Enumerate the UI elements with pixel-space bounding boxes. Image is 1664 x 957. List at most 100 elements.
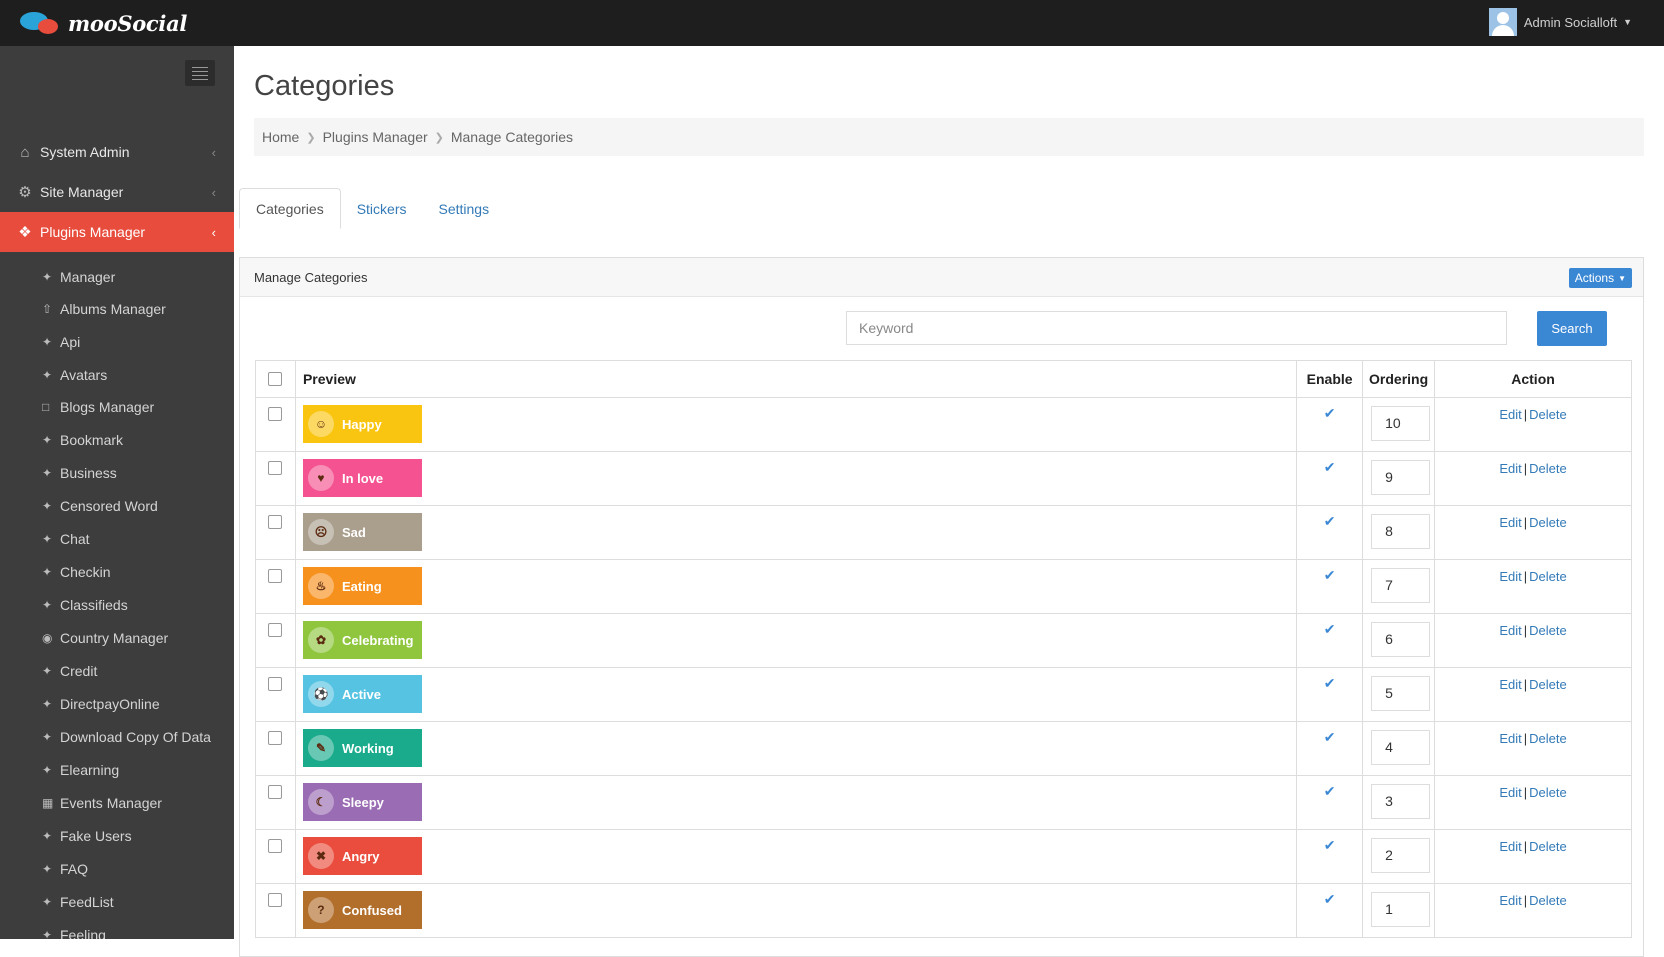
sidebar-subitem-avatars[interactable]: ✦ Avatars: [42, 364, 107, 386]
checkmark-icon[interactable]: ✔: [1297, 675, 1362, 692]
actions-dropdown-button[interactable]: Actions ▼: [1568, 268, 1632, 288]
checkmark-icon[interactable]: ✔: [1297, 783, 1362, 800]
tab-stickers[interactable]: Stickers: [341, 188, 423, 229]
row-checkbox[interactable]: [268, 731, 283, 745]
edit-link[interactable]: Edit: [1499, 785, 1521, 800]
sidebar-subitem-download-copy-of-data[interactable]: ✦ Download Copy Of Data: [42, 726, 211, 748]
row-checkbox[interactable]: [268, 407, 283, 421]
menu-toggle-icon[interactable]: [185, 60, 215, 86]
ordering-input[interactable]: 2: [1371, 838, 1431, 873]
ordering-input[interactable]: 3: [1371, 784, 1431, 819]
sidebar-item-system-admin[interactable]: ⌂ System Admin ‹: [0, 132, 234, 172]
checkmark-icon[interactable]: ✔: [1297, 459, 1362, 476]
edit-link[interactable]: Edit: [1499, 839, 1521, 854]
sidebar-subitem-fake-users[interactable]: ✦ Fake Users: [42, 825, 132, 847]
keyword-input[interactable]: Keyword: [846, 311, 1507, 345]
sidebar-subitem-label: Business: [60, 465, 117, 481]
delete-link[interactable]: Delete: [1529, 623, 1567, 638]
action-separator: |: [1523, 569, 1528, 584]
tag-icon: ✦: [42, 466, 53, 480]
sidebar-subitem-faq[interactable]: ✦ FAQ: [42, 858, 88, 880]
preview-cell: ✎ Working: [294, 721, 1298, 776]
ordering-input[interactable]: 8: [1371, 514, 1431, 549]
delete-link[interactable]: Delete: [1529, 515, 1567, 530]
brand-logo[interactable]: mooSocial: [18, 8, 187, 38]
sidebar-item-site-manager[interactable]: ⚙ Site Manager ‹: [0, 172, 234, 212]
sidebar-subitem-credit[interactable]: ✦ Credit: [42, 660, 97, 682]
sidebar-subitem-bookmark[interactable]: ✦ Bookmark: [42, 429, 123, 451]
breadcrumb-plugins-manager[interactable]: Plugins Manager: [323, 129, 428, 145]
delete-link[interactable]: Delete: [1529, 785, 1567, 800]
sidebar-subitem-censored-word[interactable]: ✦ Censored Word: [42, 495, 158, 517]
checkmark-icon[interactable]: ✔: [1297, 621, 1362, 638]
row-checkbox[interactable]: [268, 623, 283, 637]
edit-link[interactable]: Edit: [1499, 569, 1521, 584]
sidebar-subitem-feeling[interactable]: ✦ Feeling: [42, 924, 106, 939]
table-row: ✖ Angry ✔ 2 Edit | Delete: [255, 829, 1632, 884]
tab-settings[interactable]: Settings: [423, 188, 506, 229]
sidebar-subitem-directpayonline[interactable]: ✦ DirectpayOnline: [42, 693, 160, 715]
sidebar-subitem-classifieds[interactable]: ✦ Classifieds: [42, 594, 128, 616]
sidebar-subitem-country-manager[interactable]: ◉ Country Manager: [42, 627, 168, 649]
sidebar-subitem-blogs-manager[interactable]: □ Blogs Manager: [42, 396, 154, 418]
sidebar-subitem-label: Censored Word: [60, 498, 158, 514]
category-name: Sleepy: [341, 794, 384, 810]
sidebar-subitem-feedlist[interactable]: ✦ FeedList: [42, 891, 114, 913]
ordering-input[interactable]: 9: [1371, 460, 1431, 495]
checkmark-icon[interactable]: ✔: [1297, 837, 1362, 854]
sidebar-subitem-events-manager[interactable]: ▦ Events Manager: [42, 792, 162, 814]
edit-link[interactable]: Edit: [1499, 731, 1521, 746]
delete-link[interactable]: Delete: [1529, 569, 1567, 584]
category-badge: ☾ Sleepy: [302, 783, 422, 821]
checkmark-icon[interactable]: ✔: [1297, 405, 1362, 422]
tab-categories[interactable]: Categories: [239, 188, 341, 229]
sidebar-subitem-business[interactable]: ✦ Business: [42, 462, 117, 484]
sidebar-subitem-elearning[interactable]: ✦ Elearning: [42, 759, 119, 781]
row-checkbox[interactable]: [268, 461, 283, 475]
category-sticker-icon: ✿: [307, 627, 334, 653]
ordering-input[interactable]: 5: [1371, 676, 1431, 711]
globe-icon: ◉: [42, 631, 53, 645]
delete-link[interactable]: Delete: [1529, 893, 1567, 908]
breadcrumb-home[interactable]: Home: [262, 129, 299, 145]
row-checkbox[interactable]: [268, 785, 283, 799]
checkmark-icon[interactable]: ✔: [1297, 513, 1362, 530]
select-all-checkbox[interactable]: [268, 371, 283, 386]
row-checkbox[interactable]: [268, 839, 283, 853]
sidebar-item-plugins-manager[interactable]: ❖ Plugins Manager ‹: [0, 212, 234, 252]
sidebar-subitem-manager[interactable]: ✦ Manager: [42, 266, 115, 288]
ordering-input[interactable]: 4: [1371, 730, 1431, 765]
delete-link[interactable]: Delete: [1529, 407, 1567, 422]
sidebar-subitem-chat[interactable]: ✦ Chat: [42, 528, 90, 550]
edit-link[interactable]: Edit: [1499, 515, 1521, 530]
search-button[interactable]: Search: [1537, 311, 1607, 346]
edit-link[interactable]: Edit: [1499, 677, 1521, 692]
ordering-input[interactable]: 10: [1371, 406, 1431, 441]
row-select-cell: [255, 505, 296, 560]
edit-link[interactable]: Edit: [1499, 623, 1521, 638]
edit-link[interactable]: Edit: [1499, 893, 1521, 908]
row-select-cell: [255, 667, 296, 722]
sidebar-subitem-api[interactable]: ✦ Api: [42, 331, 80, 353]
checkmark-icon[interactable]: ✔: [1297, 729, 1362, 746]
row-checkbox[interactable]: [268, 515, 283, 529]
row-checkbox[interactable]: [268, 677, 283, 691]
edit-link[interactable]: Edit: [1499, 407, 1521, 422]
ordering-input[interactable]: 1: [1371, 892, 1431, 927]
ordering-input[interactable]: 6: [1371, 622, 1431, 657]
row-checkbox[interactable]: [268, 569, 283, 583]
delete-link[interactable]: Delete: [1529, 461, 1567, 476]
edit-link[interactable]: Edit: [1499, 461, 1521, 476]
delete-link[interactable]: Delete: [1529, 677, 1567, 692]
row-checkbox[interactable]: [268, 893, 283, 907]
action-separator: |: [1523, 677, 1528, 692]
checkmark-icon[interactable]: ✔: [1297, 891, 1362, 908]
sidebar-subitem-checkin[interactable]: ✦ Checkin: [42, 561, 111, 583]
sidebar-subitem-label: Feeling: [60, 927, 106, 939]
user-menu[interactable]: Admin Socialloft ▼: [1488, 8, 1632, 36]
checkmark-icon[interactable]: ✔: [1297, 567, 1362, 584]
delete-link[interactable]: Delete: [1529, 839, 1567, 854]
delete-link[interactable]: Delete: [1529, 731, 1567, 746]
ordering-input[interactable]: 7: [1371, 568, 1431, 603]
sidebar-subitem-albums-manager[interactable]: ⇧ Albums Manager: [42, 298, 166, 320]
